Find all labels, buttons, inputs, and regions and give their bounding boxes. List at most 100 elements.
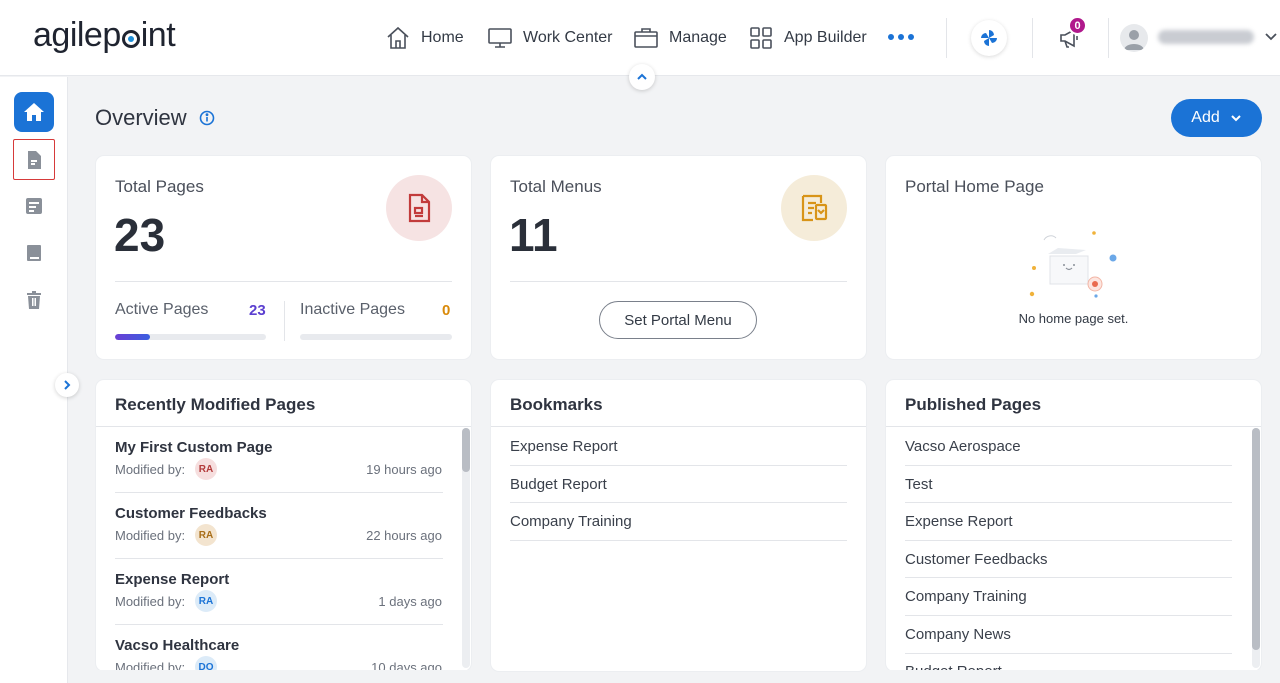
divider bbox=[284, 301, 285, 341]
recently-modified-title: Recently Modified Pages bbox=[115, 395, 316, 414]
modified-time: 22 hours ago bbox=[366, 528, 442, 543]
sidebar-item-recycle-bin[interactable] bbox=[14, 280, 54, 320]
published-page-item[interactable]: Company News bbox=[905, 626, 1011, 643]
inactive-pages-count: 0 bbox=[442, 302, 451, 319]
divider bbox=[905, 465, 1232, 466]
divider bbox=[510, 281, 847, 282]
sidebar-item-pages[interactable] bbox=[13, 139, 55, 180]
total-menus-title: Total Menus bbox=[510, 177, 602, 196]
bookmark-item[interactable]: Budget Report bbox=[510, 476, 607, 493]
nav-manage-label: Manage bbox=[669, 29, 727, 46]
nav-work-center[interactable]: Work Center bbox=[487, 24, 613, 52]
divider bbox=[905, 653, 1232, 654]
notification-badge: 0 bbox=[1068, 16, 1087, 35]
divider bbox=[905, 502, 1232, 503]
active-pages-bar-fill bbox=[115, 334, 150, 340]
user-avatar[interactable] bbox=[1120, 24, 1148, 52]
info-icon[interactable] bbox=[199, 110, 215, 131]
trash-icon bbox=[27, 291, 41, 309]
user-initials-avatar: RA bbox=[195, 590, 217, 612]
published-page-item[interactable]: Vacso Aerospace bbox=[905, 438, 1021, 455]
sidebar-item-overview[interactable] bbox=[14, 92, 54, 132]
bookmark-item[interactable]: Expense Report bbox=[510, 438, 618, 455]
bookmark-item[interactable]: Company Training bbox=[510, 513, 632, 530]
divider bbox=[115, 281, 452, 282]
divider bbox=[1108, 18, 1109, 58]
user-initials-avatar: RA bbox=[195, 458, 217, 480]
chevron-down-icon[interactable] bbox=[1264, 30, 1278, 49]
ai-assistant-button[interactable] bbox=[971, 20, 1007, 56]
divider bbox=[905, 615, 1232, 616]
nav-home-label: Home bbox=[421, 29, 464, 46]
modified-by-label: Modified by: bbox=[115, 462, 186, 477]
briefcase-icon bbox=[634, 28, 658, 48]
grid-icon bbox=[750, 27, 772, 49]
divider bbox=[905, 540, 1232, 541]
home-icon bbox=[387, 26, 409, 49]
agilepoint-logo[interactable]: agilep int bbox=[33, 16, 176, 55]
modified-by-label: Modified by: bbox=[115, 594, 186, 609]
sidebar-item-library[interactable] bbox=[14, 233, 54, 273]
divider bbox=[96, 426, 471, 427]
nav-app-builder-label: App Builder bbox=[784, 29, 867, 46]
home-icon bbox=[24, 103, 44, 121]
active-pages-bar bbox=[115, 334, 266, 340]
empty-box-illustration bbox=[1026, 226, 1122, 307]
nav-work-center-label: Work Center bbox=[523, 29, 613, 46]
card-bottom-mask bbox=[96, 670, 471, 683]
divider bbox=[115, 624, 443, 625]
published-page-item[interactable]: Test bbox=[905, 476, 933, 493]
chevron-right-icon bbox=[64, 380, 71, 390]
recent-page-name[interactable]: Customer Feedbacks bbox=[115, 505, 267, 522]
no-home-page-message: No home page set. bbox=[1018, 311, 1129, 326]
add-button[interactable]: Add bbox=[1171, 99, 1262, 137]
inactive-pages-label: Inactive Pages bbox=[300, 301, 405, 318]
expand-sidebar-button[interactable] bbox=[55, 373, 79, 397]
menus-icon-badge bbox=[781, 175, 847, 241]
divider bbox=[510, 465, 847, 466]
card-bottom-mask bbox=[886, 670, 1261, 683]
more-options-icon[interactable] bbox=[888, 34, 914, 40]
divider bbox=[510, 502, 847, 503]
modified-time: 19 hours ago bbox=[366, 462, 442, 477]
published-page-item[interactable]: Expense Report bbox=[905, 513, 1013, 530]
nav-manage[interactable]: Manage bbox=[633, 24, 727, 52]
page-title: Overview bbox=[95, 105, 187, 130]
user-name-blurred[interactable] bbox=[1158, 30, 1254, 44]
book-icon bbox=[27, 245, 41, 261]
nav-home[interactable]: Home bbox=[385, 24, 464, 52]
divider bbox=[886, 426, 1261, 427]
total-pages-count: 23 bbox=[114, 209, 166, 261]
page-icon bbox=[28, 150, 41, 169]
recently-modified-card bbox=[96, 380, 471, 671]
modified-by-label: Modified by: bbox=[115, 528, 186, 543]
pinwheel-icon bbox=[981, 30, 997, 46]
add-button-label: Add bbox=[1191, 109, 1220, 126]
total-pages-title: Total Pages bbox=[115, 177, 204, 196]
divider bbox=[946, 18, 947, 58]
recent-page-name[interactable]: Expense Report bbox=[115, 571, 229, 588]
menu-list-icon bbox=[801, 194, 828, 222]
total-menus-count: 11 bbox=[509, 209, 558, 261]
recent-page-name[interactable]: My First Custom Page bbox=[115, 439, 273, 456]
bookmarks-title: Bookmarks bbox=[510, 395, 603, 414]
active-pages-count: 23 bbox=[249, 302, 266, 319]
recent-scrollbar-thumb[interactable] bbox=[462, 428, 470, 472]
published-scrollbar-thumb[interactable] bbox=[1252, 428, 1260, 650]
collapse-header-button[interactable] bbox=[629, 64, 655, 90]
published-page-item[interactable]: Customer Feedbacks bbox=[905, 551, 1048, 568]
chevron-up-icon bbox=[637, 73, 647, 80]
divider bbox=[491, 426, 866, 427]
divider bbox=[1032, 18, 1033, 58]
sidebar-item-menus[interactable] bbox=[14, 186, 54, 226]
published-page-item[interactable]: Company Training bbox=[905, 588, 1027, 605]
pages-icon-badge bbox=[386, 175, 452, 241]
divider bbox=[905, 577, 1232, 578]
active-pages-label: Active Pages bbox=[115, 301, 209, 318]
nav-app-builder[interactable]: App Builder bbox=[748, 24, 867, 52]
recent-page-name[interactable]: Vacso Healthcare bbox=[115, 637, 239, 654]
menu-list-icon bbox=[26, 198, 42, 214]
published-pages-title: Published Pages bbox=[905, 395, 1042, 414]
divider bbox=[115, 492, 443, 493]
set-portal-menu-button[interactable]: Set Portal Menu bbox=[599, 301, 757, 339]
